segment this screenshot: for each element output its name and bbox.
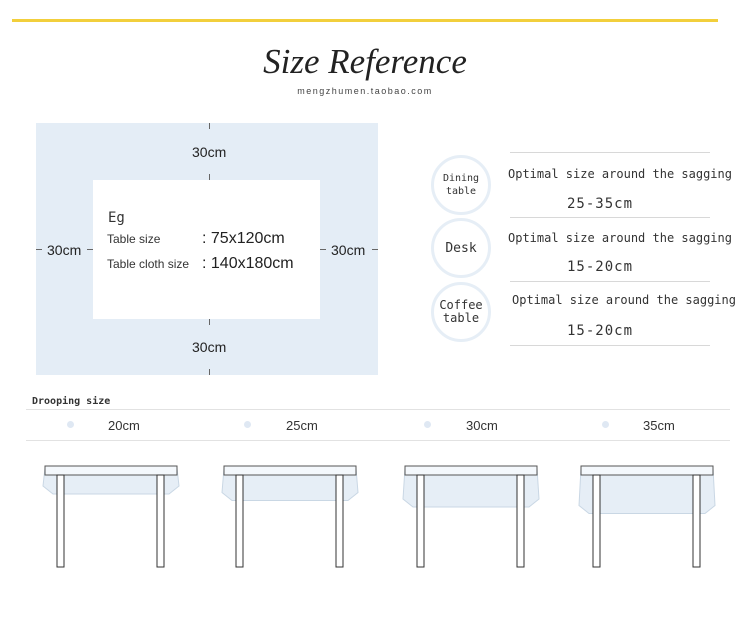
drooping-size-30: 30cm bbox=[466, 418, 498, 433]
coffee-table-badge: Coffee table bbox=[431, 282, 491, 342]
table-size-label: Table size bbox=[107, 232, 161, 246]
desk-text: Optimal size around the sagging bbox=[508, 231, 732, 245]
tick-right-inner bbox=[320, 249, 326, 250]
cloth-size-value: : 140x180cm bbox=[202, 255, 294, 272]
drooping-size-title: Drooping size bbox=[32, 396, 111, 407]
tick-left-outer bbox=[36, 249, 42, 250]
table-leg-right bbox=[335, 474, 344, 568]
example-label: Eg bbox=[108, 210, 125, 226]
table-leg-left bbox=[592, 474, 601, 568]
tick-bottom-outer bbox=[209, 369, 210, 375]
tabletop bbox=[404, 465, 538, 476]
dimension-left: 30cm bbox=[47, 242, 82, 258]
drooping-size-35: 35cm bbox=[643, 418, 675, 433]
size-dot-20 bbox=[67, 421, 74, 428]
size-dot-35 bbox=[602, 421, 609, 428]
dimension-right: 30cm bbox=[331, 242, 366, 258]
table-leg-left bbox=[56, 474, 65, 568]
coffee-table-text: Optimal size around the sagging bbox=[512, 293, 736, 307]
dining-table-range: 25-35cm bbox=[567, 196, 634, 212]
dimension-bottom: 30cm bbox=[192, 339, 227, 355]
page-title: Size Reference bbox=[263, 42, 467, 81]
size-dot-25 bbox=[244, 421, 251, 428]
table-leg-right bbox=[516, 474, 525, 568]
table-illustration-20 bbox=[42, 465, 180, 568]
divider-dining-top bbox=[510, 152, 710, 153]
table-illustration-25 bbox=[221, 465, 359, 568]
divider-coffee-bottom bbox=[510, 345, 710, 346]
desk-name: Desk bbox=[445, 240, 477, 256]
cloth-size-label: Table cloth size bbox=[107, 257, 190, 271]
page-subtitle: mengzhumen.taobao.com bbox=[297, 86, 433, 96]
coffee-table-name-line2: table bbox=[442, 311, 480, 325]
table-illustration-30 bbox=[402, 465, 540, 568]
table-illustration-35 bbox=[578, 465, 716, 568]
tabletop bbox=[44, 465, 178, 476]
divider-dining-bottom bbox=[510, 217, 710, 218]
top-accent-line bbox=[12, 19, 718, 22]
tabletop-outline bbox=[93, 180, 320, 319]
divider-desk-bottom bbox=[510, 281, 710, 282]
tick-right-outer bbox=[372, 249, 378, 250]
table-leg-left bbox=[416, 474, 425, 568]
desk-range: 15-20cm bbox=[567, 259, 634, 275]
coffee-table-range: 15-20cm bbox=[567, 323, 634, 339]
desk-badge: Desk bbox=[431, 218, 491, 278]
table-leg-right bbox=[156, 474, 165, 568]
tabletop bbox=[580, 465, 714, 476]
dining-table-text: Optimal size around the sagging bbox=[508, 167, 732, 181]
dining-table-name-line2: table bbox=[445, 186, 477, 197]
table-size-value: : 75x120cm bbox=[202, 230, 285, 247]
drooping-size-20: 20cm bbox=[108, 418, 140, 433]
dining-table-name-line1: Dining bbox=[442, 173, 480, 184]
tabletop bbox=[223, 465, 357, 476]
tick-bottom-inner bbox=[209, 319, 210, 325]
table-leg-left bbox=[235, 474, 244, 568]
drooping-size-25: 25cm bbox=[286, 418, 318, 433]
size-dot-30 bbox=[424, 421, 431, 428]
dimension-top: 30cm bbox=[192, 144, 227, 160]
tick-left-inner bbox=[87, 249, 93, 250]
tick-top-inner bbox=[209, 174, 210, 180]
dining-table-badge: Dining table bbox=[431, 155, 491, 215]
table-leg-right bbox=[692, 474, 701, 568]
tick-top-outer bbox=[209, 123, 210, 129]
